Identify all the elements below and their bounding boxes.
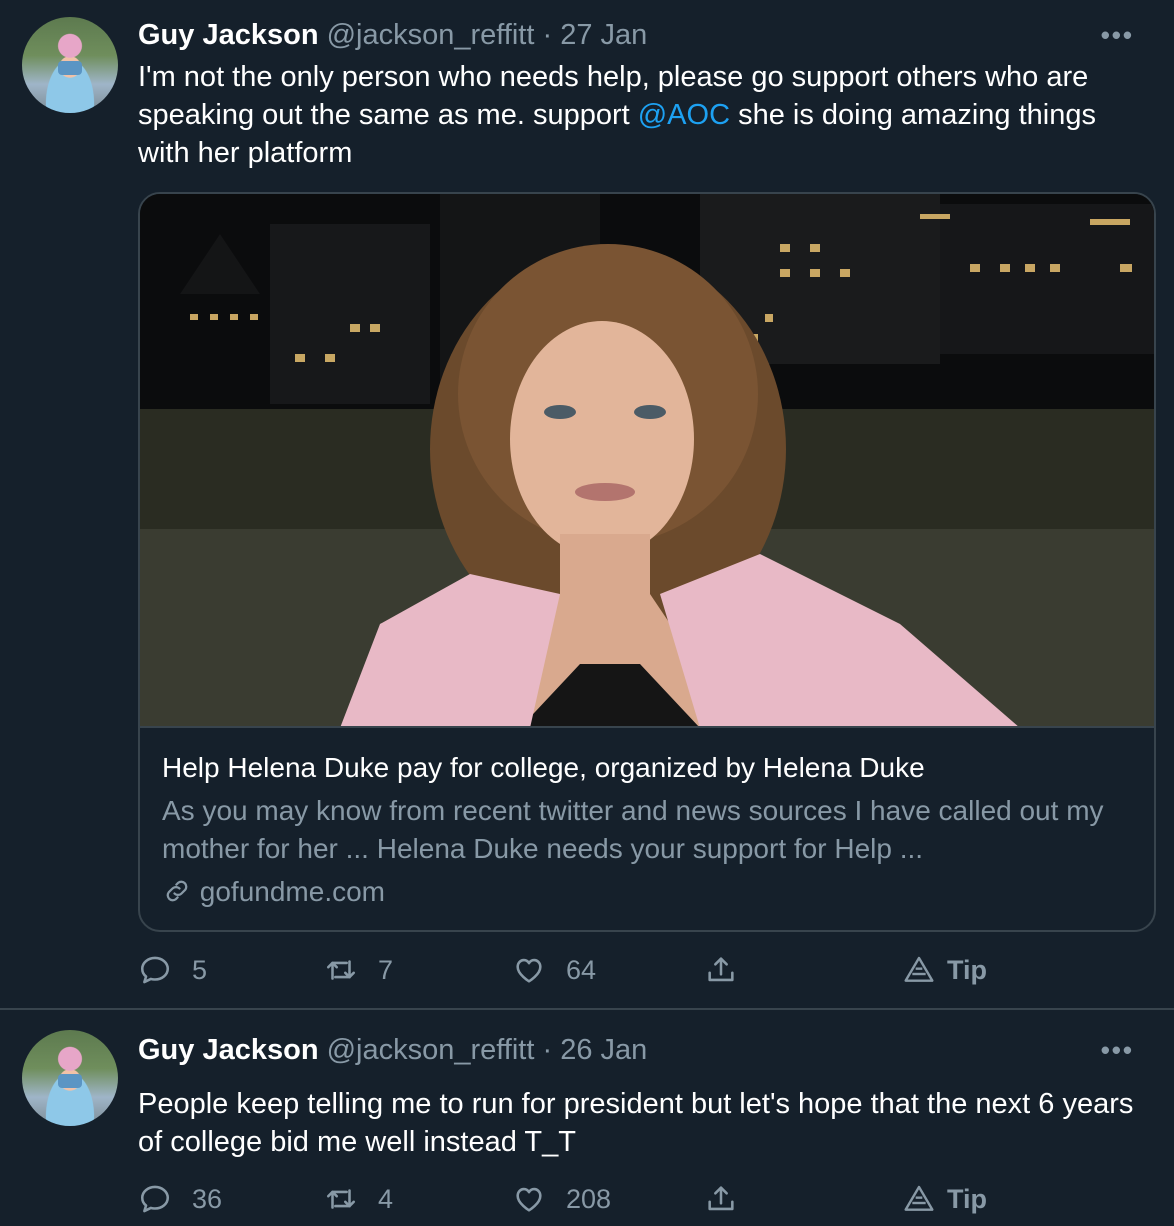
like-count: 64 xyxy=(566,954,597,985)
reply-button[interactable]: 36 xyxy=(138,1179,222,1219)
retweet-icon xyxy=(326,960,356,980)
card-domain-text: gofundme.com xyxy=(199,876,385,907)
tweet-date[interactable]: 26 Jan xyxy=(560,1034,647,1066)
retweet-count: 7 xyxy=(378,954,394,985)
link-card[interactable]: Help Helena Duke pay for college, organi… xyxy=(138,192,1156,932)
share-button[interactable] xyxy=(704,950,758,990)
tweet-text: People keep telling me to run for presid… xyxy=(138,1088,1134,1158)
more-options-icon[interactable]: ••• xyxy=(1101,1032,1134,1068)
author-handle[interactable]: @jackson_reffitt xyxy=(327,1034,535,1066)
header-separator: · xyxy=(542,1034,553,1066)
like-button[interactable]: 208 xyxy=(512,1179,611,1219)
share-button[interactable] xyxy=(704,1179,758,1219)
tweet-actions: 5 7 64 Tip xyxy=(138,950,1038,990)
tweet-header: Guy Jackson @jackson_reffitt · 26 Jan ••… xyxy=(138,1032,1144,1068)
tweet-text: I'm not the only person who needs help, … xyxy=(138,58,1150,172)
reply-icon xyxy=(140,1185,170,1213)
avatar[interactable] xyxy=(22,17,118,113)
like-button[interactable]: 64 xyxy=(512,950,596,990)
retweet-button[interactable]: 4 xyxy=(324,1179,393,1219)
reply-count: 36 xyxy=(192,1183,223,1214)
tip-button[interactable]: Tip xyxy=(903,950,987,990)
share-icon xyxy=(708,957,734,982)
heart-icon xyxy=(516,958,542,983)
heart-icon xyxy=(516,1187,542,1212)
tweet-actions: 36 4 208 Tip xyxy=(138,1179,1038,1219)
reply-count: 5 xyxy=(192,954,208,985)
like-count: 208 xyxy=(566,1183,612,1214)
reply-button[interactable]: 5 xyxy=(138,950,207,990)
card-description: As you may know from recent twitter and … xyxy=(162,795,1104,864)
share-icon xyxy=(708,1186,734,1211)
retweet-icon xyxy=(326,1189,356,1209)
retweet-button[interactable]: 7 xyxy=(324,950,393,990)
retweet-count: 4 xyxy=(378,1183,394,1214)
header-separator: · xyxy=(542,19,553,51)
card-image[interactable] xyxy=(140,194,1154,728)
tip-button[interactable]: Tip xyxy=(903,1179,987,1219)
author-name[interactable]: Guy Jackson xyxy=(138,1034,319,1066)
link-icon xyxy=(166,880,188,902)
mention-link[interactable]: @AOC xyxy=(638,99,730,131)
tweet-date[interactable]: 27 Jan xyxy=(560,19,647,51)
tip-label: Tip xyxy=(947,954,987,985)
author-name[interactable]: Guy Jackson xyxy=(138,19,319,51)
tweet[interactable]: Guy Jackson @jackson_reffitt · 27 Jan ••… xyxy=(0,0,1174,1010)
card-title[interactable]: Help Helena Duke pay for college, organi… xyxy=(162,750,1132,786)
tweet[interactable]: Guy Jackson @jackson_reffitt · 26 Jan ••… xyxy=(0,1012,1174,1226)
author-handle[interactable]: @jackson_reffitt xyxy=(327,19,535,51)
tip-label: Tip xyxy=(947,1183,987,1214)
avatar[interactable] xyxy=(22,1030,118,1126)
tweet-header: Guy Jackson @jackson_reffitt · 27 Jan ••… xyxy=(138,17,1144,53)
tip-icon xyxy=(904,1185,934,1211)
more-options-icon[interactable]: ••• xyxy=(1101,17,1134,53)
reply-icon xyxy=(140,956,170,984)
tip-icon xyxy=(904,956,934,982)
card-domain[interactable]: gofundme.com xyxy=(162,874,385,910)
